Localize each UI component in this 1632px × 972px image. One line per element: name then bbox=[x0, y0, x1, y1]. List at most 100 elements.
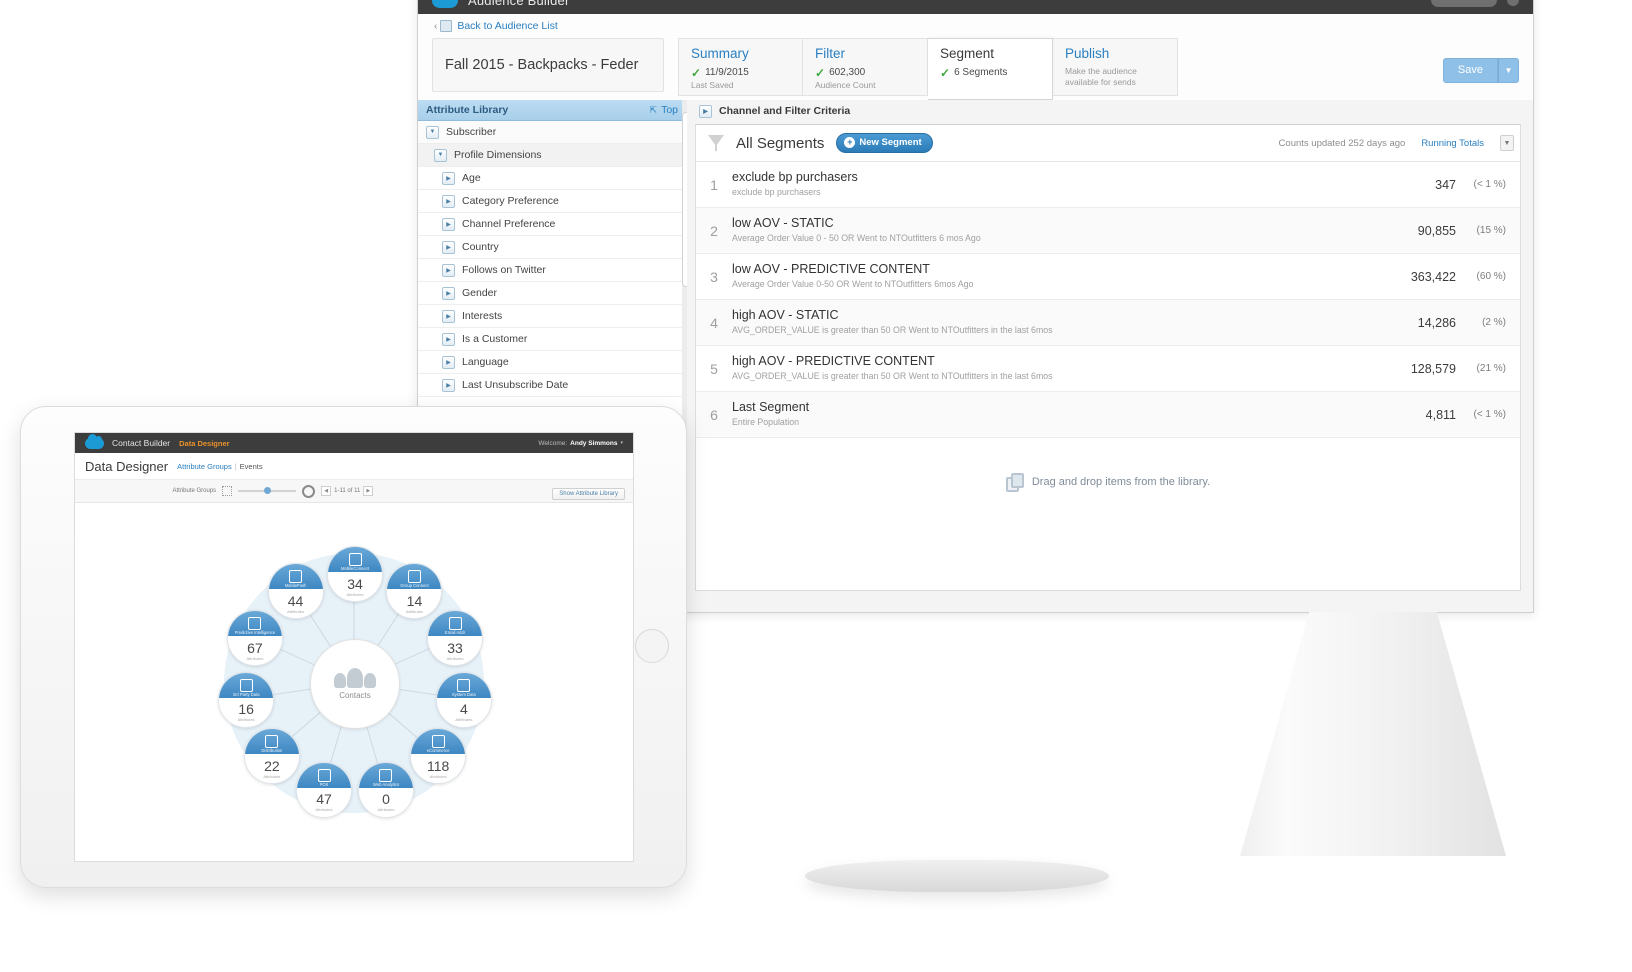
segment-percent: (15 %) bbox=[1476, 225, 1506, 236]
back-to-audience-list-link[interactable]: ‹ Back to Audience List bbox=[434, 20, 558, 32]
library-item[interactable]: ▶ Language bbox=[418, 351, 686, 374]
gear-icon[interactable] bbox=[302, 484, 316, 498]
zoom-slider[interactable] bbox=[238, 487, 297, 494]
expand-icon[interactable]: ▶ bbox=[442, 332, 455, 346]
tab-filter-sub: Audience Count bbox=[815, 80, 876, 90]
expand-icon[interactable]: ▶ bbox=[442, 378, 455, 392]
node-title: MobilePush bbox=[284, 583, 307, 589]
expand-icon[interactable]: ▶ bbox=[442, 194, 455, 208]
segment-row[interactable]: 1 exclude bp purchasers exclude bp purchas… bbox=[696, 162, 1520, 208]
segment-percent: (2 %) bbox=[1482, 317, 1506, 328]
audience-name-field[interactable]: Fall 2015 - Backpacks - Feder bbox=[432, 38, 664, 92]
tablet-user-menu[interactable]: Welcome: Andy Simmons ▾ bbox=[538, 440, 623, 447]
save-dropdown-caret-icon[interactable]: ▼ bbox=[1498, 58, 1519, 83]
expand-icon[interactable]: ▶ bbox=[442, 286, 455, 300]
expand-icon[interactable]: ▶ bbox=[442, 355, 455, 369]
running-totals-link[interactable]: Running Totals bbox=[1421, 138, 1484, 149]
segment-description: AVG_ORDER_VALUE is greater than 50 OR We… bbox=[732, 325, 1053, 335]
cloud-logo-icon bbox=[85, 433, 104, 449]
expand-icon[interactable]: ▶ bbox=[442, 171, 455, 185]
attribute-library-title: Attribute Library bbox=[426, 104, 509, 116]
library-item[interactable]: ▶ Age bbox=[418, 167, 686, 190]
tab-filter[interactable]: Filter ✓ 602,300 Audience Count bbox=[803, 38, 928, 96]
subnav-attribute-groups[interactable]: Attribute Groups bbox=[177, 462, 232, 471]
subnav-events[interactable]: Events bbox=[240, 462, 263, 471]
node-count: 33 bbox=[447, 639, 463, 656]
expand-icon[interactable]: ▶ bbox=[442, 309, 455, 323]
dollar-icon bbox=[431, 735, 445, 749]
attribute-group-node[interactable]: POS 47 Attributes bbox=[296, 761, 352, 818]
attribute-group-node[interactable]: MobileConnect 34 Attributes bbox=[327, 546, 383, 602]
app-bar-search-pill[interactable] bbox=[1431, 0, 1497, 7]
show-attribute-library-button[interactable]: Show Attribute Library bbox=[552, 488, 625, 500]
library-item[interactable]: ▶ Interests bbox=[418, 305, 686, 328]
library-item[interactable]: ▶ Gender bbox=[418, 282, 686, 305]
node-title: Predictive Intelligence bbox=[234, 630, 276, 636]
save-button[interactable]: Save bbox=[1442, 58, 1498, 83]
library-item[interactable]: ▶ Follows on Twitter bbox=[418, 259, 686, 282]
library-item[interactable]: ▶ Last Unsubscribe Date bbox=[418, 374, 686, 397]
scroll-to-top-link[interactable]: ⇱ Top bbox=[650, 104, 678, 116]
collapse-icon[interactable]: ▼ bbox=[426, 125, 439, 139]
data-designer-canvas[interactable]: Contacts MobileConnect 34 Attributes Group … bbox=[75, 503, 633, 861]
app-bar-menu-icon[interactable] bbox=[1507, 0, 1519, 6]
contacts-hub-node[interactable]: Contacts bbox=[310, 639, 400, 729]
segment-description: AVG_ORDER_VALUE is greater than 50 OR We… bbox=[732, 371, 1053, 381]
library-item-label: Follows on Twitter bbox=[462, 264, 546, 276]
next-page-icon[interactable]: ▶ bbox=[363, 486, 374, 496]
panel-options-icon[interactable]: ▼ bbox=[1500, 135, 1514, 151]
counts-updated-note: Counts updated 252 days ago bbox=[1278, 137, 1406, 149]
tab-segment[interactable]: Segment ✓ 6 Segments bbox=[928, 38, 1053, 100]
tab-summary-value: 11/9/2015 bbox=[705, 67, 749, 78]
attribute-group-node[interactable]: Predictive Intelligence 67 Attributes bbox=[226, 610, 283, 667]
library-item[interactable]: ▶ Category Preference bbox=[418, 190, 686, 213]
zoom-slider-knob[interactable] bbox=[264, 487, 272, 494]
library-item[interactable]: ▼ Subscriber bbox=[418, 121, 686, 144]
attribute-group-node[interactable]: 3rd Party Data 16 Attributes bbox=[218, 671, 275, 728]
attribute-group-node[interactable]: Email Addr 33 Attributes bbox=[427, 610, 484, 667]
check-icon: ✓ bbox=[940, 65, 951, 80]
collapse-icon[interactable]: ▼ bbox=[434, 148, 447, 162]
channel-filter-criteria-toggle[interactable]: ▶ Channel and Filter Criteria bbox=[687, 100, 1533, 122]
segment-row[interactable]: 4 high AOV - STATIC AVG_ORDER_VALUE is gre… bbox=[696, 300, 1520, 346]
chevron-down-icon: ▾ bbox=[620, 440, 623, 446]
fit-to-screen-icon[interactable] bbox=[222, 486, 233, 496]
expand-icon[interactable]: ▶ bbox=[442, 217, 455, 231]
arrow-up-icon: ⇱ bbox=[649, 104, 658, 115]
new-segment-button[interactable]: + New Segment bbox=[836, 133, 933, 153]
attribute-group-node[interactable]: Web Analytics 0 Attributes bbox=[357, 761, 414, 818]
library-item[interactable]: ▶ Channel Preference bbox=[418, 213, 686, 236]
segment-row[interactable]: 6 Last Segment Entire Population 4,811 (< 1 … bbox=[696, 392, 1520, 438]
node-count-label: Attributes bbox=[346, 591, 364, 597]
attribute-group-node[interactable]: eCommerce 118 Attributes bbox=[410, 728, 467, 785]
attribute-group-node[interactable]: MobilePush 44 Attributes bbox=[267, 563, 324, 620]
tab-summary[interactable]: Summary ✓ 11/9/2015 Last Saved bbox=[678, 38, 803, 96]
library-item[interactable]: ▼ Profile Dimensions bbox=[418, 144, 686, 167]
segment-row[interactable]: 3 low AOV - PREDICTIVE CONTENT Average Ord… bbox=[696, 254, 1520, 300]
library-item-label: Age bbox=[462, 172, 481, 184]
node-count-label: Attributes bbox=[287, 608, 304, 614]
tablet-subnav: Attribute Groups | Events bbox=[177, 462, 263, 471]
back-link-label: Back to Audience List bbox=[457, 20, 558, 32]
library-item[interactable]: ▶ Is a Customer bbox=[418, 328, 686, 351]
attribute-group-node[interactable]: Distribution 22 Attributes bbox=[243, 728, 300, 785]
attribute-library-header: Attribute Library ⇱ Top bbox=[418, 100, 686, 121]
library-item[interactable]: ▶ Country bbox=[418, 236, 686, 259]
tablet-home-button[interactable] bbox=[635, 629, 669, 663]
segment-percent: (< 1 %) bbox=[1473, 409, 1506, 420]
segment-row[interactable]: 5 high AOV - PREDICTIVE CONTENT AVG_ORDER_… bbox=[696, 346, 1520, 392]
chevron-left-icon: ‹ bbox=[434, 20, 438, 32]
funnel-icon bbox=[708, 134, 724, 152]
tab-publish-description: Make the audience available for sends bbox=[1065, 66, 1137, 87]
expand-icon[interactable]: ▶ bbox=[442, 240, 455, 254]
segment-row[interactable]: 2 low AOV - STATIC Average Order Value 0 -… bbox=[696, 208, 1520, 254]
tablet-device: Contact Builder Data Designer Welcome: A… bbox=[20, 406, 687, 888]
tab-publish[interactable]: Publish Make the audience available for … bbox=[1053, 38, 1178, 96]
toolbar-right: Show Attribute Library bbox=[552, 482, 625, 500]
attribute-group-node[interactable]: System Data 4 Attributes bbox=[435, 671, 492, 728]
prev-page-icon[interactable]: ◀ bbox=[321, 486, 332, 496]
library-item-label: Gender bbox=[462, 287, 498, 299]
expand-icon[interactable]: ▶ bbox=[442, 263, 455, 277]
library-item-label: Channel Preference bbox=[462, 218, 556, 230]
tab-publish-label: Publish bbox=[1065, 46, 1110, 61]
